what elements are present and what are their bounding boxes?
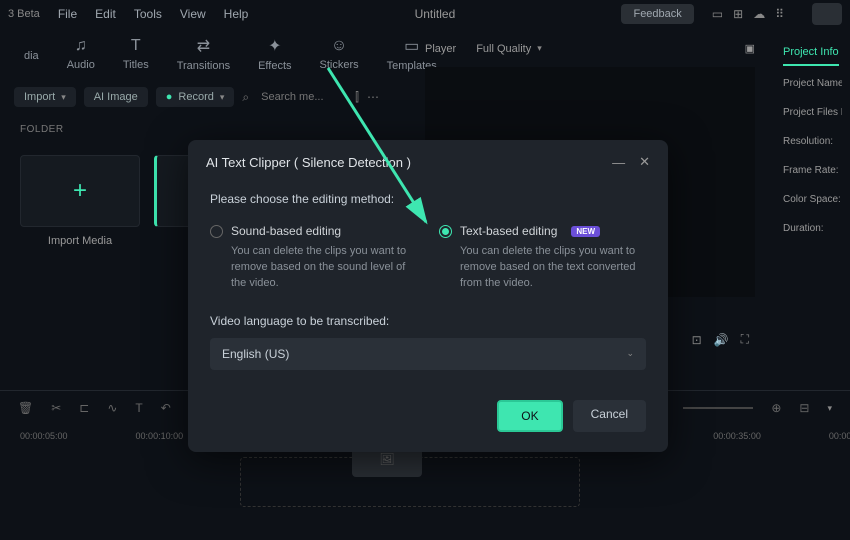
modal-title: AI Text Clipper ( Silence Detection ) [206, 155, 598, 170]
modal-body: Please choose the editing method: Sound-… [188, 184, 668, 388]
option-head[interactable]: Sound-based editing [210, 224, 417, 238]
new-badge: NEW [571, 226, 600, 237]
method-options: Sound-based editing You can delete the c… [210, 224, 646, 292]
minimize-icon[interactable]: — [612, 155, 625, 170]
language-select[interactable]: English (US) ⌄ [210, 338, 646, 370]
option-label: Text-based editing [460, 224, 557, 238]
radio-unselected-icon[interactable] [210, 225, 223, 238]
option-sound-based[interactable]: Sound-based editing You can delete the c… [210, 224, 417, 292]
chevron-down-icon: ⌄ [626, 348, 634, 359]
modal-footer: OK Cancel [188, 388, 668, 452]
language-value: English (US) [222, 347, 289, 361]
option-head[interactable]: Text-based editing NEW [439, 224, 646, 238]
option-label: Sound-based editing [231, 224, 341, 238]
ok-button[interactable]: OK [497, 400, 562, 432]
language-label: Video language to be transcribed: [210, 314, 646, 328]
modal-header: AI Text Clipper ( Silence Detection ) — … [188, 140, 668, 184]
ai-text-clipper-modal: AI Text Clipper ( Silence Detection ) — … [188, 140, 668, 452]
option-description: You can delete the clips you want to rem… [439, 244, 646, 292]
method-prompt: Please choose the editing method: [210, 192, 646, 206]
close-icon[interactable]: ✕ [639, 154, 650, 170]
option-text-based[interactable]: Text-based editing NEW You can delete th… [439, 224, 646, 292]
cancel-button[interactable]: Cancel [573, 400, 646, 432]
radio-selected-icon[interactable] [439, 225, 452, 238]
modal-backdrop: AI Text Clipper ( Silence Detection ) — … [0, 0, 850, 540]
option-description: You can delete the clips you want to rem… [210, 244, 417, 292]
